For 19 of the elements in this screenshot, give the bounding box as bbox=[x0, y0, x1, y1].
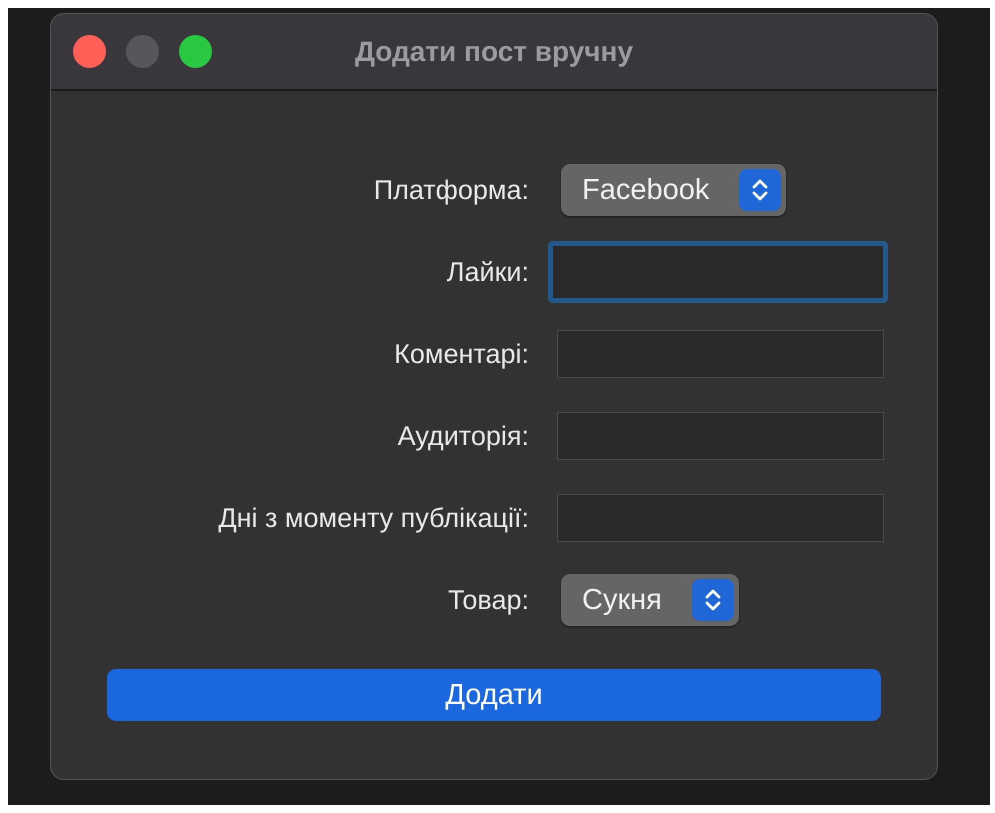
input-field[interactable] bbox=[557, 412, 884, 460]
field-label: Аудиторія: bbox=[396, 420, 529, 452]
stepper-icon bbox=[692, 579, 734, 621]
stepper-icon bbox=[739, 169, 782, 211]
field-label: Лайки: bbox=[446, 256, 529, 288]
input-field[interactable] bbox=[557, 494, 884, 542]
popup-button[interactable]: Facebook bbox=[561, 164, 786, 216]
zoom-icon[interactable] bbox=[179, 35, 212, 68]
input-field[interactable] bbox=[557, 330, 884, 378]
add-button[interactable]: Додати bbox=[107, 669, 881, 721]
field-label: Коментарі: bbox=[393, 338, 529, 370]
window-title: Додати пост вручну bbox=[354, 36, 634, 68]
field-label: Платформа: bbox=[372, 174, 529, 206]
popup-button[interactable]: Сукня bbox=[561, 574, 739, 626]
field-label: Товар: bbox=[447, 584, 529, 616]
field-label: Дні з моменту публікації: bbox=[217, 502, 529, 534]
close-icon[interactable] bbox=[73, 35, 106, 68]
input-field[interactable] bbox=[548, 241, 888, 303]
minimize-icon[interactable] bbox=[126, 35, 159, 68]
